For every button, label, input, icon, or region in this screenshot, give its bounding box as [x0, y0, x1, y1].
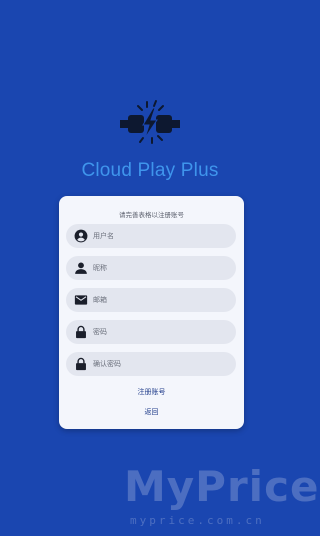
mail-icon: [74, 295, 88, 305]
username-placeholder: 用户名: [93, 232, 114, 240]
back-button[interactable]: 返回: [59, 407, 244, 417]
app-title: Cloud Play Plus: [81, 160, 219, 181]
lock-icon: [76, 357, 86, 371]
watermark-url: myprice.com.cn: [130, 514, 265, 527]
confirm-password-placeholder: 确认密码: [93, 360, 121, 368]
lock-icon: [76, 325, 86, 339]
register-button[interactable]: 注册账号: [59, 387, 244, 397]
nickname-placeholder: 昵称: [93, 264, 107, 272]
account-circle-icon: [74, 229, 88, 243]
confirm-password-field[interactable]: 确认密码: [66, 352, 236, 376]
email-field[interactable]: 邮箱: [66, 288, 236, 312]
username-field[interactable]: 用户名: [66, 224, 236, 248]
nickname-field[interactable]: 昵称: [66, 256, 236, 280]
person-icon: [75, 262, 87, 274]
watermark-logo: MyPrice: [124, 462, 320, 511]
password-field[interactable]: 密码: [66, 320, 236, 344]
form-hint: 请完善表格以注册账号: [119, 211, 184, 219]
email-placeholder: 邮箱: [93, 296, 107, 304]
lightning-plug-icon: [120, 100, 180, 144]
register-form-card: 请完善表格以注册账号 用户名 昵称 邮箱 密码 确认密码 注册账号 返回: [59, 196, 244, 429]
password-placeholder: 密码: [93, 328, 107, 336]
